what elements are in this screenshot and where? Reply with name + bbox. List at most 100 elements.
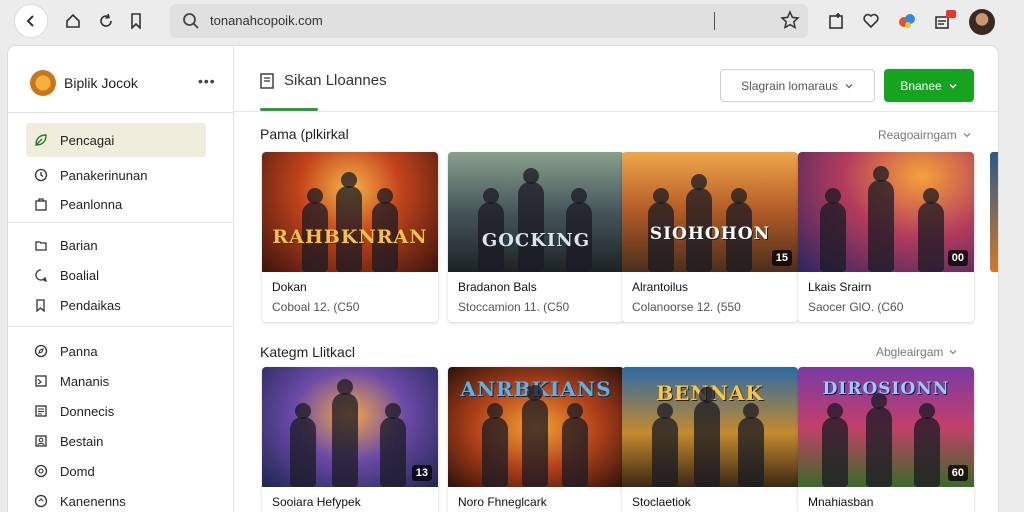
next-card-peek [990,152,998,272]
address-bar[interactable]: tonanahcopoik.com [170,4,808,38]
game-card[interactable]: 13 Sooiara Hefypek [262,367,438,512]
puzzle-extension-button[interactable] [896,10,918,32]
refresh-button[interactable] [96,11,116,31]
heart-icon [863,13,879,29]
doc-icon [34,404,48,418]
tag-icon [34,298,48,312]
game-card[interactable]: RAHBKNRAN Dokan Coboal 12. (C50 [262,152,438,322]
game-cover-image: DIROSIONN 60 [798,367,974,487]
game-title: Dokan [272,280,307,294]
sidebar-item-label: Panakerinunan [60,167,148,183]
favorites-button[interactable] [860,10,882,32]
filter-select[interactable]: Slagrain lomaraus [720,69,875,102]
sidebar-item-label: Peanlonna [60,196,123,212]
bookmark-button[interactable] [126,11,146,31]
sidebar-item-6[interactable]: Panna [26,334,206,368]
game-card[interactable]: SIOHOHON 15 Alrantoilus Colanoorse 12. (… [622,152,798,322]
sidebar-item-2[interactable]: Peanlonna [26,187,206,221]
more-options-button[interactable]: ••• [198,73,216,89]
character-figure [518,168,544,272]
sidebar-divider [8,222,234,223]
back-button[interactable] [14,4,48,38]
game-cover-image: ANRBKIANS [448,367,624,487]
character-figure [694,387,720,487]
game-cover-image: BENNAK [622,367,798,487]
game-cover-title: DIROSIONN [822,379,950,399]
section-see-all-link[interactable]: Abgleairgam [876,345,958,359]
game-cover-title: RAHBKNRAN [272,226,428,248]
chevron-down-icon [949,350,957,355]
chat-icon [34,268,48,282]
sidebar-item-11[interactable]: Kanenenns [26,484,206,512]
sidebar-item-8[interactable]: Donnecis [26,394,206,428]
game-title: Lkais Srairn [808,280,872,294]
user-icon [34,434,48,448]
primary-action-button[interactable]: Bnanee [884,69,974,102]
app-window: Biplik Jocok ••• Pencagai Panakerinunan … [8,46,998,512]
gear-icon [34,464,48,478]
sidebar-item-label: Barian [60,237,98,253]
section-title: Pama (plkirkal [260,126,349,142]
bag-icon [34,197,48,211]
compass-icon [34,344,48,358]
notification-badge [946,10,956,18]
character-figure [522,385,548,487]
profile-avatar[interactable] [969,9,995,35]
character-figure [290,403,316,487]
sidebar-item-3[interactable]: Barian [26,228,206,262]
game-meta: Coboal 12. (C50 [272,300,360,314]
browser-toolbar: tonanahcopoik.com [0,0,1024,44]
game-card[interactable]: 00 Lkais Srairn Saocer GlO. (C60 [798,152,974,322]
puzzle-icon [899,14,915,28]
bookmark-icon [131,13,141,29]
refresh-icon [100,13,112,27]
game-card[interactable]: DIROSIONN 60 Mnahiasban [798,367,974,512]
game-cover-title: GOCKING [481,230,591,251]
sidebar-item-4[interactable]: Boalial [26,258,206,292]
game-badge: 00 [947,250,968,266]
tab-main[interactable]: Sikan Lloannes [260,72,387,89]
tab-label: Sikan Lloannes [284,72,387,89]
character-figure [482,403,508,487]
sidebar-item-10[interactable]: Domd [26,454,206,488]
game-title: Stoclaetiok [632,495,691,509]
leaf-icon [34,133,48,147]
game-title: Alrantoilus [632,280,689,294]
sidebar-item-label: Panna [60,343,98,359]
game-cover-image: RAHBKNRAN [262,152,438,272]
sidebar-item-5[interactable]: Pendaikas [26,288,206,322]
image-icon [34,374,48,388]
sidebar-divider [8,326,234,327]
section-see-all-link[interactable]: Reagoairngam [878,128,972,142]
shield-icon [34,494,48,508]
brand[interactable]: Biplik Jocok [30,70,138,96]
folder-icon [34,238,48,252]
main-content: Sikan Lloannes Slagrain lomaraus Bnanee … [234,46,998,512]
primary-action-label: Bnanee [900,78,942,93]
sidebar-item-label: Domd [60,463,95,479]
game-cover-image: 13 [262,367,438,487]
extension-button[interactable] [826,10,848,32]
game-card[interactable]: BENNAK Stoclaetiok [622,367,798,512]
section-link-label: Reagoairngam [878,128,957,142]
home-button[interactable] [63,11,83,31]
sidebar-item-7[interactable]: Mananis [26,364,206,398]
content-header: Sikan Lloannes Slagrain lomaraus Bnanee [234,46,998,112]
sidebar-item-label: Boalial [60,267,100,283]
character-figure [822,403,848,487]
character-figure [738,403,764,487]
game-card[interactable]: ANRBKIANS Noro Fhneglcark [448,367,624,512]
sidebar: Biplik Jocok ••• Pencagai Panakerinunan … [8,46,234,512]
game-cover-title: SIOHOHON [649,224,771,244]
sidebar-item-label: Pendaikas [60,297,121,313]
character-figure [380,403,406,487]
sidebar-item-label: Mananis [60,373,110,389]
game-cover-image: GOCKING [448,152,624,272]
character-figure [914,403,940,487]
star-icon[interactable] [780,10,800,30]
text-cursor [714,12,715,30]
sidebar-item-0[interactable]: Pencagai [26,123,206,157]
game-card[interactable]: GOCKING Bradanon Bals Stoccamion 11. (C5… [448,152,624,322]
url-text: tonanahcopoik.com [210,13,323,28]
sidebar-item-9[interactable]: Bestain [26,424,206,458]
